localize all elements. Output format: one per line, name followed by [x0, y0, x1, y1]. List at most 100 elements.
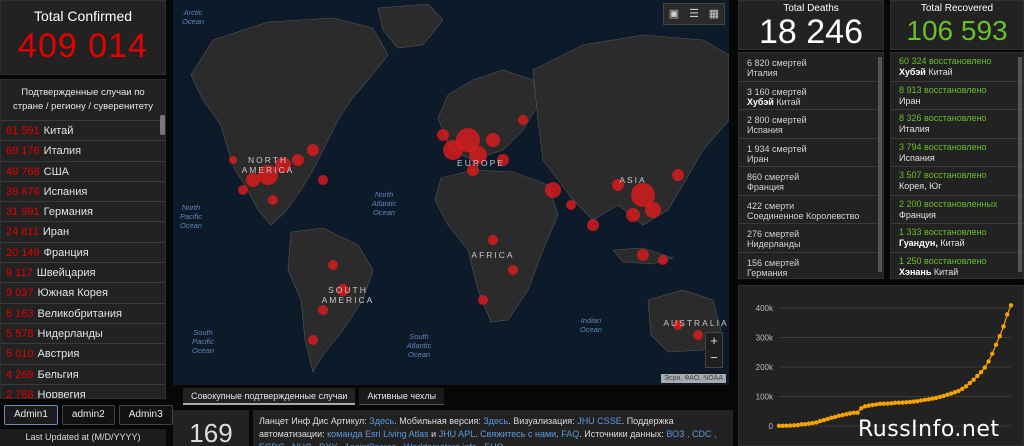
country-list-scrollbar[interactable] — [160, 115, 165, 135]
recovered-row[interactable]: 8 326 восстановлено Италия — [891, 110, 1023, 139]
info-text-part: . Источники данных: — [579, 429, 667, 439]
last-updated: Last Updated at (M/D/YYYY) — [0, 429, 166, 446]
recovered-row-place: Иран — [899, 95, 921, 106]
recovered-row[interactable]: 3 794 восстановлено Испания — [891, 139, 1023, 167]
deaths-row[interactable]: 1 934 смертей Иран — [739, 139, 883, 167]
country-name: Иран — [42, 226, 70, 239]
deaths-row[interactable]: 860 смертей Франция — [739, 167, 883, 196]
country-name: США — [43, 165, 70, 178]
chart-point — [963, 384, 969, 389]
chart-y-tick-label: 300k — [756, 334, 774, 343]
deaths-row[interactable]: 3 160 смертей Хубэй Китай — [739, 82, 883, 110]
case-marker — [518, 115, 528, 125]
deaths-row[interactable]: 276 смертей Нидерланды — [739, 224, 883, 253]
country-row[interactable]: 5 010 Австрия — [1, 344, 165, 365]
recovered-row[interactable]: 3 507 восстановлено Корея, Юг — [891, 167, 1023, 196]
info-link-jhu-csse[interactable]: JHU CSSE — [577, 416, 622, 426]
chart-point — [810, 420, 815, 426]
case-marker — [566, 200, 576, 210]
tab-admin1[interactable]: Admin1 — [4, 405, 58, 425]
tab-cumulative-confirmed[interactable]: Совокупные подтвержденные случаи — [183, 388, 356, 405]
recovered-row[interactable]: 2 200 восстановленных Франция — [891, 196, 1023, 224]
info-link-contact[interactable]: Свяжитесь с нами — [480, 429, 556, 439]
info-link-faq[interactable]: FAQ — [561, 429, 579, 439]
chart-point — [1001, 324, 1006, 329]
case-marker — [545, 182, 561, 198]
info-link-jhu-apl[interactable]: JHU APL — [439, 429, 476, 439]
chart-point — [960, 386, 965, 391]
chart-point — [889, 401, 894, 406]
chart-point — [948, 391, 954, 396]
info-link-mobile[interactable]: Здесь — [483, 416, 508, 426]
tab-active-cases[interactable]: Активные чехлы — [359, 388, 445, 405]
bookmark-icon[interactable]: ▣ — [664, 4, 684, 24]
country-count: 31 991 — [6, 206, 40, 219]
chart-point — [896, 400, 901, 405]
chart-point — [967, 380, 973, 386]
deaths-row-value: 422 смерти — [747, 200, 795, 211]
country-row[interactable]: 8 163 Великобритания — [1, 304, 165, 324]
info-text-part: Ланцет Инф Дис Артикул: — [259, 416, 370, 426]
country-count: 39 676 — [6, 185, 40, 198]
country-count: 69 176 — [6, 145, 40, 158]
recovered-row[interactable]: 1 250 восстановлено Хэнань Китай — [891, 253, 1023, 279]
recovered-row[interactable]: 60 324 восстановлено Хубэй Китай — [891, 53, 1023, 82]
tab-admin2[interactable]: admin2 — [61, 405, 115, 425]
chart-point — [952, 390, 958, 395]
zoom-out-button[interactable]: − — [706, 350, 722, 367]
country-row[interactable]: 2 768 Норвегия — [1, 385, 165, 399]
country-count: 8 163 — [6, 307, 34, 320]
country-row[interactable]: 39 676 Испания — [1, 182, 165, 203]
info-link-article[interactable]: Здесь — [369, 416, 394, 426]
deaths-row-place: Иран — [747, 153, 769, 164]
country-list-panel: Подтвержденные случаи по стране / регион… — [0, 79, 166, 399]
deaths-row-value: 3 160 смертей — [747, 86, 807, 97]
country-row[interactable]: 20 149 Франция — [1, 243, 165, 264]
deaths-list-scrollbar[interactable] — [878, 57, 882, 272]
recovered-list-scrollbar[interactable] — [1018, 57, 1022, 272]
chart-point — [877, 401, 883, 407]
country-row[interactable]: 4 269 Бельгия — [1, 365, 165, 385]
recovered-row[interactable]: 1 333 восстановлено Гуандун, Китай — [891, 224, 1023, 253]
country-row[interactable]: 24 811 Иран — [1, 222, 165, 243]
country-row[interactable]: 5 578 Нидерланды — [1, 324, 165, 345]
case-marker — [318, 175, 328, 185]
case-marker — [587, 219, 599, 231]
chart-point — [874, 402, 879, 407]
country-row[interactable]: 31 991 Германия — [1, 202, 165, 223]
chart-point — [930, 396, 935, 401]
world-map[interactable]: Arctic Ocean North Pacific Ocean North A… — [173, 0, 729, 385]
recovered-row-place: Хубэй Китай — [899, 67, 953, 77]
case-marker — [478, 295, 488, 305]
chart-y-tick-label: 200k — [756, 363, 774, 372]
chart-point — [832, 414, 838, 420]
chart-point — [945, 392, 950, 397]
chart-point — [1005, 312, 1010, 317]
country-name: Норвегия — [37, 388, 86, 399]
recovered-list: 60 324 восстановлено Хубэй Китай 8 913 вос… — [890, 52, 1024, 279]
deaths-row-value: 2 800 смертей — [747, 115, 807, 125]
continent-label-africa: AFRICA — [471, 250, 515, 260]
deaths-row[interactable]: 6 820 смертей Италия — [739, 53, 883, 82]
country-row[interactable]: 49 768 США — [1, 162, 165, 182]
chart-point — [802, 421, 808, 427]
recovered-row[interactable]: 8 913 восстановлено Иран — [891, 82, 1023, 110]
tab-admin3[interactable]: Admin3 — [118, 405, 173, 425]
country-name: Южная Корея — [37, 287, 108, 300]
deaths-row[interactable]: 2 800 смертей Испания — [739, 110, 883, 139]
country-row[interactable]: 9 117 Швейцария — [1, 263, 165, 284]
recovered-row-place: Италия — [899, 124, 930, 134]
zoom-in-button[interactable]: + — [706, 333, 722, 350]
recovered-row-value: 3 507 восстановлено — [899, 170, 987, 180]
deaths-row[interactable]: 156 смертей Германия — [739, 253, 883, 279]
asia-landmass — [532, 34, 729, 226]
country-row[interactable]: 81 591 Китай — [1, 121, 165, 142]
country-row[interactable]: 9 037 Южная Корея — [1, 283, 165, 304]
deaths-row[interactable]: 422 смерти Соединенное Королевство — [739, 196, 883, 224]
list-icon[interactable]: ☰ — [684, 4, 704, 24]
deaths-row-value: 6 820 смертей — [747, 58, 807, 68]
country-row[interactable]: 69 176 Италия — [1, 141, 165, 162]
country-count: 9 117 — [6, 267, 33, 280]
basemap-grid-icon[interactable]: ▦ — [704, 4, 724, 24]
info-link-esri[interactable]: команда Esri Living Atlas — [327, 429, 429, 439]
